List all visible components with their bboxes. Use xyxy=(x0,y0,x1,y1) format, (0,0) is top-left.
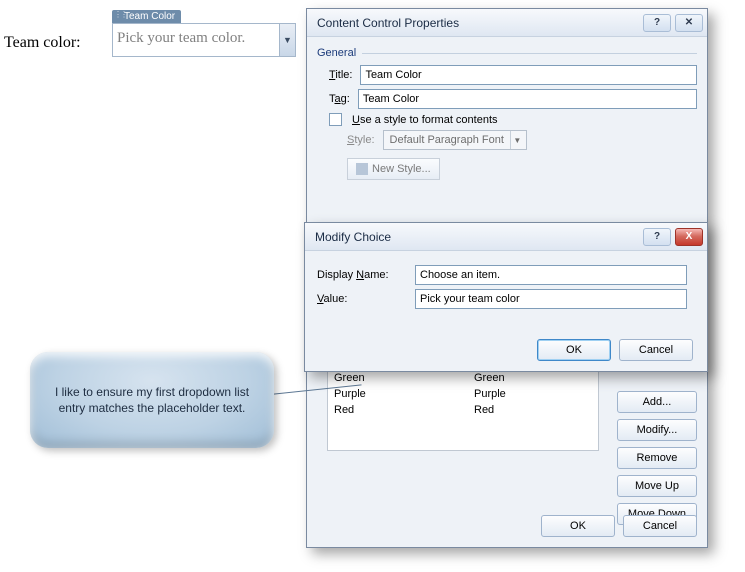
new-style-icon xyxy=(356,163,368,175)
document-field-label: Team color: xyxy=(4,34,81,52)
dialog-title: Content Control Properties xyxy=(317,16,459,30)
dialog-titlebar[interactable]: Modify Choice ? X xyxy=(305,223,707,251)
content-control-dropdown[interactable]: Pick your team color. ▼ xyxy=(112,23,296,57)
help-callout: I like to ensure my first dropdown list … xyxy=(30,352,274,448)
title-input[interactable] xyxy=(360,65,697,85)
list-item[interactable]: GreenGreen xyxy=(328,370,598,386)
content-control: Team Color Pick your team color. ▼ xyxy=(112,10,296,57)
move-up-button[interactable]: Move Up xyxy=(617,475,697,497)
content-control-placeholder: Pick your team color. xyxy=(113,24,279,56)
help-button[interactable]: ? xyxy=(643,228,671,246)
title-label: Title: xyxy=(329,69,352,81)
content-control-tab[interactable]: Team Color xyxy=(112,10,181,23)
tag-label: Tag: xyxy=(329,93,350,105)
close-button[interactable]: ✕ xyxy=(675,14,703,32)
chevron-down-icon[interactable]: ▼ xyxy=(279,24,295,56)
tag-input[interactable] xyxy=(358,89,697,109)
modify-choice-dialog: Modify Choice ? X Display Name: Value: O… xyxy=(304,222,708,372)
general-group-label: General xyxy=(317,47,697,59)
new-style-button: New Style... xyxy=(347,158,440,180)
display-name-label: Display Name: xyxy=(317,269,407,281)
list-item[interactable]: RedRed xyxy=(328,402,598,418)
remove-button[interactable]: Remove xyxy=(617,447,697,469)
dialog-title: Modify Choice xyxy=(315,230,391,244)
display-name-input[interactable] xyxy=(415,265,687,285)
style-combobox: Default Paragraph Font ▼ xyxy=(383,130,527,150)
cancel-button[interactable]: Cancel xyxy=(619,339,693,361)
ok-button[interactable]: OK xyxy=(541,515,615,537)
add-button[interactable]: Add... xyxy=(617,391,697,413)
value-input[interactable] xyxy=(415,289,687,309)
chevron-down-icon: ▼ xyxy=(510,131,524,149)
dialog-titlebar[interactable]: Content Control Properties ? ✕ xyxy=(307,9,707,37)
help-button[interactable]: ? xyxy=(643,14,671,32)
list-item[interactable]: PurplePurple xyxy=(328,386,598,402)
ok-button[interactable]: OK xyxy=(537,339,611,361)
use-style-checkbox[interactable] xyxy=(329,113,342,126)
use-style-label: Use a style to format contents xyxy=(352,114,498,126)
modify-button[interactable]: Modify... xyxy=(617,419,697,441)
style-label: Style: xyxy=(347,134,375,146)
close-button[interactable]: X xyxy=(675,228,703,246)
cancel-button[interactable]: Cancel xyxy=(623,515,697,537)
value-label: Value: xyxy=(317,293,407,305)
